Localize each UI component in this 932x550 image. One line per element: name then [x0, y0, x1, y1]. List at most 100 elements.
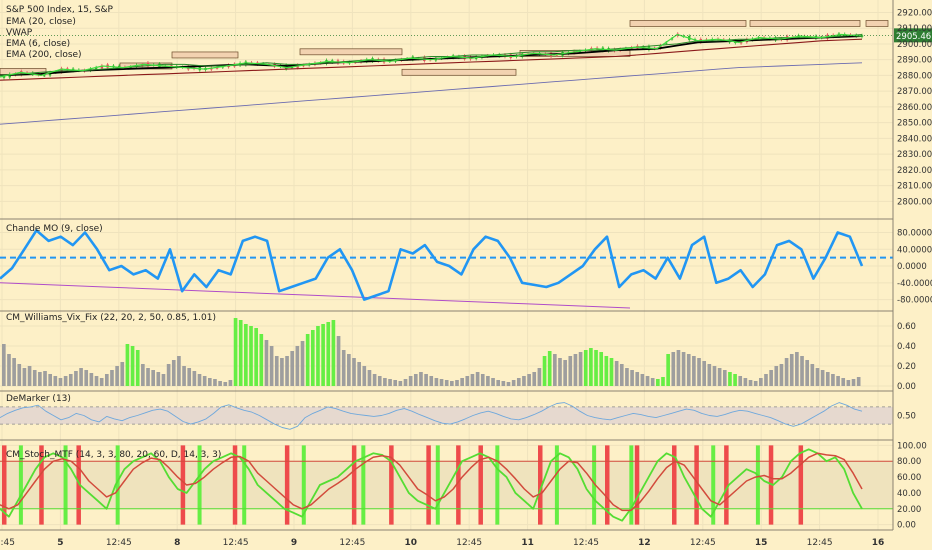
time-tick-label: 11	[521, 538, 534, 548]
demarker-tick-label: 0.50	[897, 412, 916, 422]
vix-bar	[2, 344, 6, 386]
vix-bar	[413, 374, 418, 386]
vix-bar	[89, 373, 94, 386]
vix-bar	[836, 376, 840, 386]
vix-bar	[223, 382, 228, 386]
vix-bar	[599, 352, 604, 386]
vix-bar	[583, 350, 588, 386]
time-tick-label: 12:45	[573, 538, 599, 548]
vix-bar	[310, 330, 315, 386]
sr-box	[171, 51, 239, 59]
vix-bar	[619, 364, 624, 386]
vix-bar	[553, 354, 557, 386]
vix-bar	[125, 344, 130, 386]
vix-bar	[800, 356, 804, 386]
vix-bar	[795, 352, 799, 386]
vix-bar	[820, 370, 825, 386]
time-tick-label: 12:45	[0, 538, 15, 548]
vix-bar	[743, 378, 748, 386]
vix-bar	[135, 350, 140, 386]
vix-bar	[99, 378, 104, 386]
vix-bar	[326, 322, 331, 386]
vix-bar	[470, 374, 475, 386]
price-tick-label: 2920.00	[897, 8, 932, 18]
vix-bar	[280, 358, 284, 386]
vix-bar	[702, 361, 707, 386]
vix-bar	[589, 348, 593, 386]
price-tick-label: 2890.00	[897, 56, 932, 66]
vix-bar	[630, 370, 634, 386]
vix-bar	[465, 376, 470, 386]
price-tick-label: 2870.00	[897, 87, 932, 97]
vix-bar	[336, 336, 341, 386]
stoch-title: CM_Stoch_MTF (14, 3, 3, 80, 20, 60, D, 1…	[6, 450, 221, 460]
vix-tick-label: 0.20	[897, 362, 916, 372]
vix-bar	[558, 358, 562, 386]
stoch-red-bar	[798, 445, 804, 525]
vix-bar	[429, 376, 434, 386]
time-tick-label: 12:45	[807, 538, 833, 548]
vix-bar	[784, 358, 789, 386]
vix-bar	[22, 368, 27, 386]
stoch-green-bar	[755, 445, 760, 525]
stoch-tick-label: 20.00	[897, 505, 921, 515]
vix-bar	[233, 318, 238, 386]
stoch-red-bar	[478, 445, 483, 525]
vix-bar	[697, 358, 701, 386]
time-tick-label: 12:45	[690, 538, 716, 548]
vix-bar	[450, 381, 454, 386]
vix-tick-label: 0.60	[897, 322, 916, 332]
vix-bar	[94, 376, 99, 386]
vix-bar	[171, 360, 176, 386]
price-tick-label: 2830.00	[897, 150, 932, 160]
vix-bar	[285, 356, 289, 386]
vix-bar	[707, 364, 712, 386]
vix-bar	[290, 351, 295, 386]
vix-bar	[104, 374, 109, 386]
vix-bar	[27, 366, 32, 386]
vix-bar	[254, 328, 258, 386]
vix-bar	[506, 382, 511, 386]
vix-bar	[717, 368, 722, 386]
candle-body	[43, 75, 46, 77]
vix-bar	[671, 352, 676, 386]
vix-bar	[516, 378, 521, 386]
vix-bar	[202, 376, 207, 386]
vix-bar	[532, 372, 537, 386]
vix-bar	[439, 379, 444, 386]
vix-bar	[434, 378, 439, 386]
stoch-red-bar	[426, 445, 431, 525]
vix-bar	[645, 376, 650, 386]
vix-bar	[177, 356, 181, 386]
vix-bar	[38, 372, 42, 386]
vix-bar	[192, 371, 197, 386]
vix-bar	[666, 354, 670, 386]
stoch-tick-label: 0.00	[897, 521, 916, 531]
vix-bar	[831, 374, 835, 386]
trading-chart: 2905.46 S&P 500 Index, 15, S&P EMA (20, …	[0, 0, 932, 550]
vix-bar	[748, 380, 753, 386]
stoch-tick-label: 60.00	[897, 473, 921, 483]
vix-bar	[12, 358, 16, 386]
vix-bar	[419, 372, 423, 386]
vix-bar	[759, 378, 763, 386]
vix-bar	[604, 356, 609, 386]
vix-bar	[187, 368, 192, 386]
cmo-tick-label: -40.0000	[897, 279, 932, 289]
vix-bar	[58, 378, 63, 386]
price-tick-label: 2840.00	[897, 134, 932, 144]
symbol-title: S&P 500 Index, 15, S&P	[6, 5, 113, 15]
vix-bar	[444, 380, 449, 386]
vix-bar	[537, 368, 542, 386]
demarker-title: DeMarker (13)	[6, 394, 71, 404]
vix-bar	[63, 376, 68, 386]
vix-bar	[259, 334, 264, 386]
vix-bar	[578, 352, 583, 386]
vix-bar	[625, 368, 629, 386]
price-tick-label: 2800.00	[897, 197, 932, 207]
vix-bar	[676, 350, 681, 386]
vix-bar	[779, 364, 784, 386]
vix-bar	[238, 320, 243, 386]
sr-box	[629, 20, 747, 27]
vix-bar	[764, 374, 768, 386]
